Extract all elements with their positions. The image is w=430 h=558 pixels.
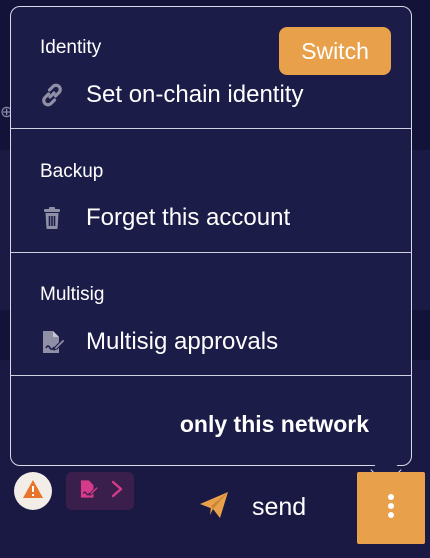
identity-section: Identity Switch Set on-chain identity	[11, 7, 411, 130]
warning-icon	[22, 479, 44, 504]
account-actions-menu: Identity Switch Set on-chain identity Ba…	[10, 6, 412, 486]
account-screen: ⊕ Identity Switch Set on-chain identity	[0, 0, 430, 558]
only-this-network-option[interactable]: only this network	[180, 411, 369, 438]
set-on-chain-identity-item[interactable]: Set on-chain identity	[38, 81, 303, 109]
multisig-approvals-label: Multisig approvals	[86, 328, 279, 355]
section-divider	[11, 375, 411, 376]
backup-section-title: Backup	[40, 161, 104, 182]
trash-icon	[38, 204, 66, 232]
send-button[interactable]: send	[198, 490, 306, 525]
more-options-button[interactable]	[357, 472, 425, 544]
forget-account-item[interactable]: Forget this account	[38, 204, 290, 232]
multisig-section-title: Multisig	[40, 284, 105, 305]
set-on-chain-identity-label: Set on-chain identity	[86, 81, 304, 108]
identity-section-title: Identity	[40, 37, 102, 58]
forget-account-label: Forget this account	[86, 204, 291, 231]
multisig-approvals-item[interactable]: Multisig approvals	[38, 328, 278, 356]
link-icon	[38, 81, 66, 109]
partial-edge-icon: ⊕	[0, 104, 10, 121]
signature-file-icon	[77, 478, 99, 505]
signature-file-icon	[38, 328, 66, 356]
paper-plane-icon	[198, 490, 230, 525]
multisig-section: Multisig Multisig approvals	[11, 253, 411, 377]
chevron-right-icon	[111, 480, 123, 503]
multisig-chip[interactable]	[66, 472, 134, 510]
network-section: only this network	[11, 377, 411, 465]
switch-button[interactable]: Switch	[279, 27, 391, 75]
backup-section: Backup Forget this account	[11, 130, 411, 253]
section-divider	[11, 128, 411, 129]
send-label: send	[252, 493, 307, 521]
kebab-vertical-icon	[387, 493, 395, 524]
warning-badge[interactable]	[14, 472, 52, 510]
